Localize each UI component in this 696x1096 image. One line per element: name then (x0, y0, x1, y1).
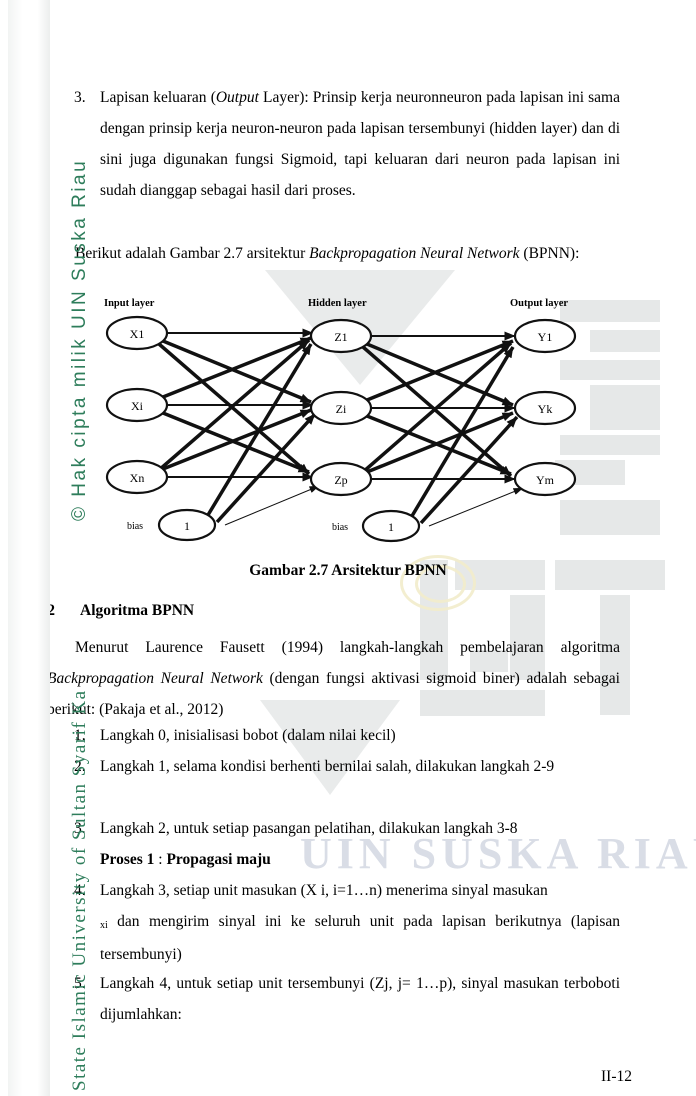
sidebar-background (8, 0, 50, 1096)
list-item-text: Langkah 3, setiap unit masukan (X i, i=1… (100, 882, 548, 899)
node-output-1: Y1 (513, 318, 577, 354)
node-label: Y1 (538, 330, 553, 344)
node-label: Ym (536, 473, 555, 487)
process-label-bold1: Proses 1 (100, 851, 155, 868)
node-output-2: Yk (513, 390, 577, 426)
list-item-text: Langkah 2, untuk setiap pasangan pelatih… (100, 820, 518, 837)
step4-continuation: xi dan mengirim sinyal ini ke seluruh un… (100, 906, 620, 970)
bpnn-architecture-diagram: Input layer Hidden layer Output layer X1… (95, 292, 625, 552)
list-item: 4. Langkah 3, setiap unit masukan (X i, … (74, 875, 620, 906)
list-item: 3. Lapisan keluaran (Output Layer): Prin… (74, 82, 620, 206)
node-input-1: X1 (105, 315, 169, 351)
section-title: Algoritma BPNN (80, 602, 195, 619)
page-content: 3. Lapisan keluaran (Output Layer): Prin… (0, 0, 696, 1096)
step4-cont-text: dan mengirim sinyal ini ke seluruh unit … (100, 913, 620, 963)
list-item-text: Langkah 0, inisialisasi bobot (dalam nil… (100, 727, 396, 744)
step4-subscript: xi (100, 920, 108, 931)
node-input-2: Xi (105, 387, 169, 423)
sidebar-copyright-top: © Hak cipta milik UIN Suska Riau (69, 158, 90, 521)
node-hidden-1: Z1 (309, 318, 373, 354)
list-item: 3. Langkah 2, untuk setiap pasangan pela… (74, 813, 620, 844)
node-hidden-2: Zi (309, 390, 373, 426)
node-label: 1 (184, 519, 190, 533)
node-label: 1 (388, 520, 394, 534)
section-intro-pre: Menurut Laurence Fausett (1994) langkah-… (75, 639, 620, 656)
node-output-3: Ym (513, 461, 577, 497)
section-intro-paragraph: Menurut Laurence Fausett (1994) langkah-… (47, 632, 620, 725)
process-label-bold2: Propagasi maju (166, 851, 271, 868)
bias-label-input: bias (127, 521, 143, 532)
item3-pre: Lapisan keluaran ( (100, 89, 216, 106)
node-input-bias: 1 bias (127, 508, 217, 542)
list-item-text: Langkah 4, untuk setiap unit tersembunyi… (100, 975, 620, 1023)
node-label: Z1 (334, 330, 347, 344)
figure-caption: Gambar 2.7 Arsitektur BPNN (249, 562, 447, 579)
list-item: 5. Langkah 4, untuk setiap unit tersembu… (74, 968, 620, 1030)
intro-post: (BPNN): (519, 245, 580, 262)
bias-label-hidden: bias (332, 522, 348, 533)
document-page: UIN SUSKA RIAU © Hak cipta milik UIN Sus… (0, 0, 696, 1096)
list-item-text: Lapisan keluaran (Output Layer): Prinsip… (100, 82, 620, 206)
item3-italic: Output (215, 89, 259, 106)
intro-italic: Backpropagation Neural Network (309, 245, 520, 262)
node-label: Xi (131, 399, 144, 413)
node-hidden-3: Zp (309, 461, 373, 497)
node-label: Zp (334, 473, 347, 487)
list-item: 2. Langkah 1, selama kondisi berhenti be… (74, 751, 620, 782)
figure-intro-paragraph: Berikut adalah Gambar 2.7 arsitektur Bac… (47, 238, 620, 269)
node-hidden-bias: 1 bias (332, 509, 421, 543)
node-label: Yk (538, 402, 553, 416)
node-label: Zi (336, 402, 347, 416)
page-number: II-12 (601, 1068, 632, 1085)
list-item-text: Langkah 1, selama kondisi berhenti berni… (100, 758, 555, 775)
hidden-layer-label: Hidden layer (308, 298, 367, 309)
list-item: 1. Langkah 0, inisialisasi bobot (dalam … (74, 720, 620, 751)
sidebar-copyright-bottom: State Islamic University of Sultan Syari… (69, 689, 90, 1091)
node-label: Xn (130, 471, 145, 485)
process-label-sep: : (154, 851, 167, 868)
process-label: Proses 1 : Propagasi maju (100, 844, 620, 875)
intro-pre: Berikut adalah Gambar 2.7 arsitektur (75, 245, 310, 262)
node-label: X1 (130, 327, 145, 341)
copyright-sidebar: © Hak cipta milik UIN Suska Riau State I… (0, 0, 90, 1096)
input-layer-label: Input layer (104, 298, 155, 309)
output-layer-label: Output layer (510, 298, 568, 309)
node-input-3: Xn (105, 459, 169, 495)
